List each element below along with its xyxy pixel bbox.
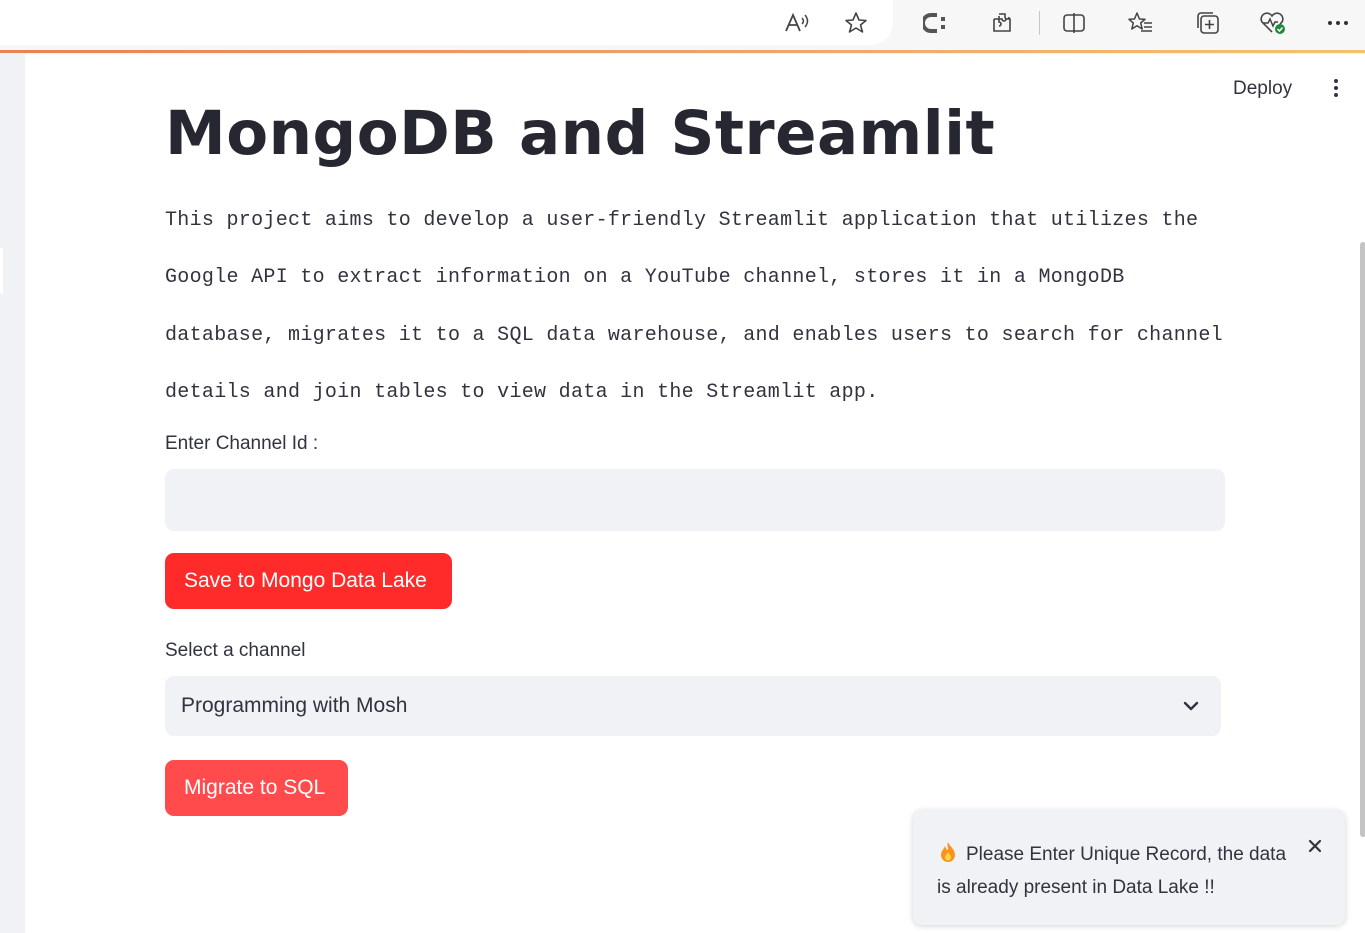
channel-id-input[interactable] [165,469,1225,531]
channel-select[interactable]: Programming with Mosh [165,676,1221,736]
collections-icon[interactable] [1193,8,1223,38]
channel-select-value: Programming with Mosh [181,694,408,717]
copilot-icon[interactable] [921,8,951,38]
close-icon[interactable] [1307,838,1323,854]
main-menu-icon[interactable] [1329,76,1343,102]
toast-message: Please Enter Unique Record, the data is … [937,844,1287,898]
save-to-mongo-button[interactable]: Save to Mongo Data Lake [165,553,452,609]
toast-content: Please Enter Unique Record, the data is … [937,838,1297,904]
page-title: MongoDB and Streamlit [165,98,996,169]
select-channel-label: Select a channel [165,640,306,661]
project-description: This project aims to develop a user-frie… [165,209,1223,405]
address-bar[interactable] [0,0,893,45]
favorite-star-icon[interactable] [841,8,871,38]
toast-notification: Please Enter Unique Record, the data is … [913,810,1345,925]
split-screen-icon[interactable] [1059,8,1089,38]
chevron-down-icon [1183,701,1199,711]
streamlit-app: Deploy MongoDB and Streamlit This projec… [25,54,1365,933]
loading-accent-line [0,50,1365,53]
more-icon[interactable] [1323,8,1353,38]
browser-toolbar [0,0,1365,53]
migrate-to-sql-button[interactable]: Migrate to SQL [165,760,348,816]
deploy-button[interactable]: Deploy [1233,78,1292,100]
read-aloud-icon[interactable] [782,8,812,38]
extensions-icon[interactable] [987,8,1017,38]
channel-id-label: Enter Channel Id : [165,433,319,454]
fire-icon [941,842,955,862]
browser-essentials-icon[interactable] [1258,8,1288,38]
scrollbar[interactable] [1360,242,1365,837]
toolbar-divider [1039,11,1040,35]
sidebar-notch [0,248,3,294]
favorites-list-icon[interactable] [1126,8,1156,38]
sidebar-strip [0,54,25,933]
